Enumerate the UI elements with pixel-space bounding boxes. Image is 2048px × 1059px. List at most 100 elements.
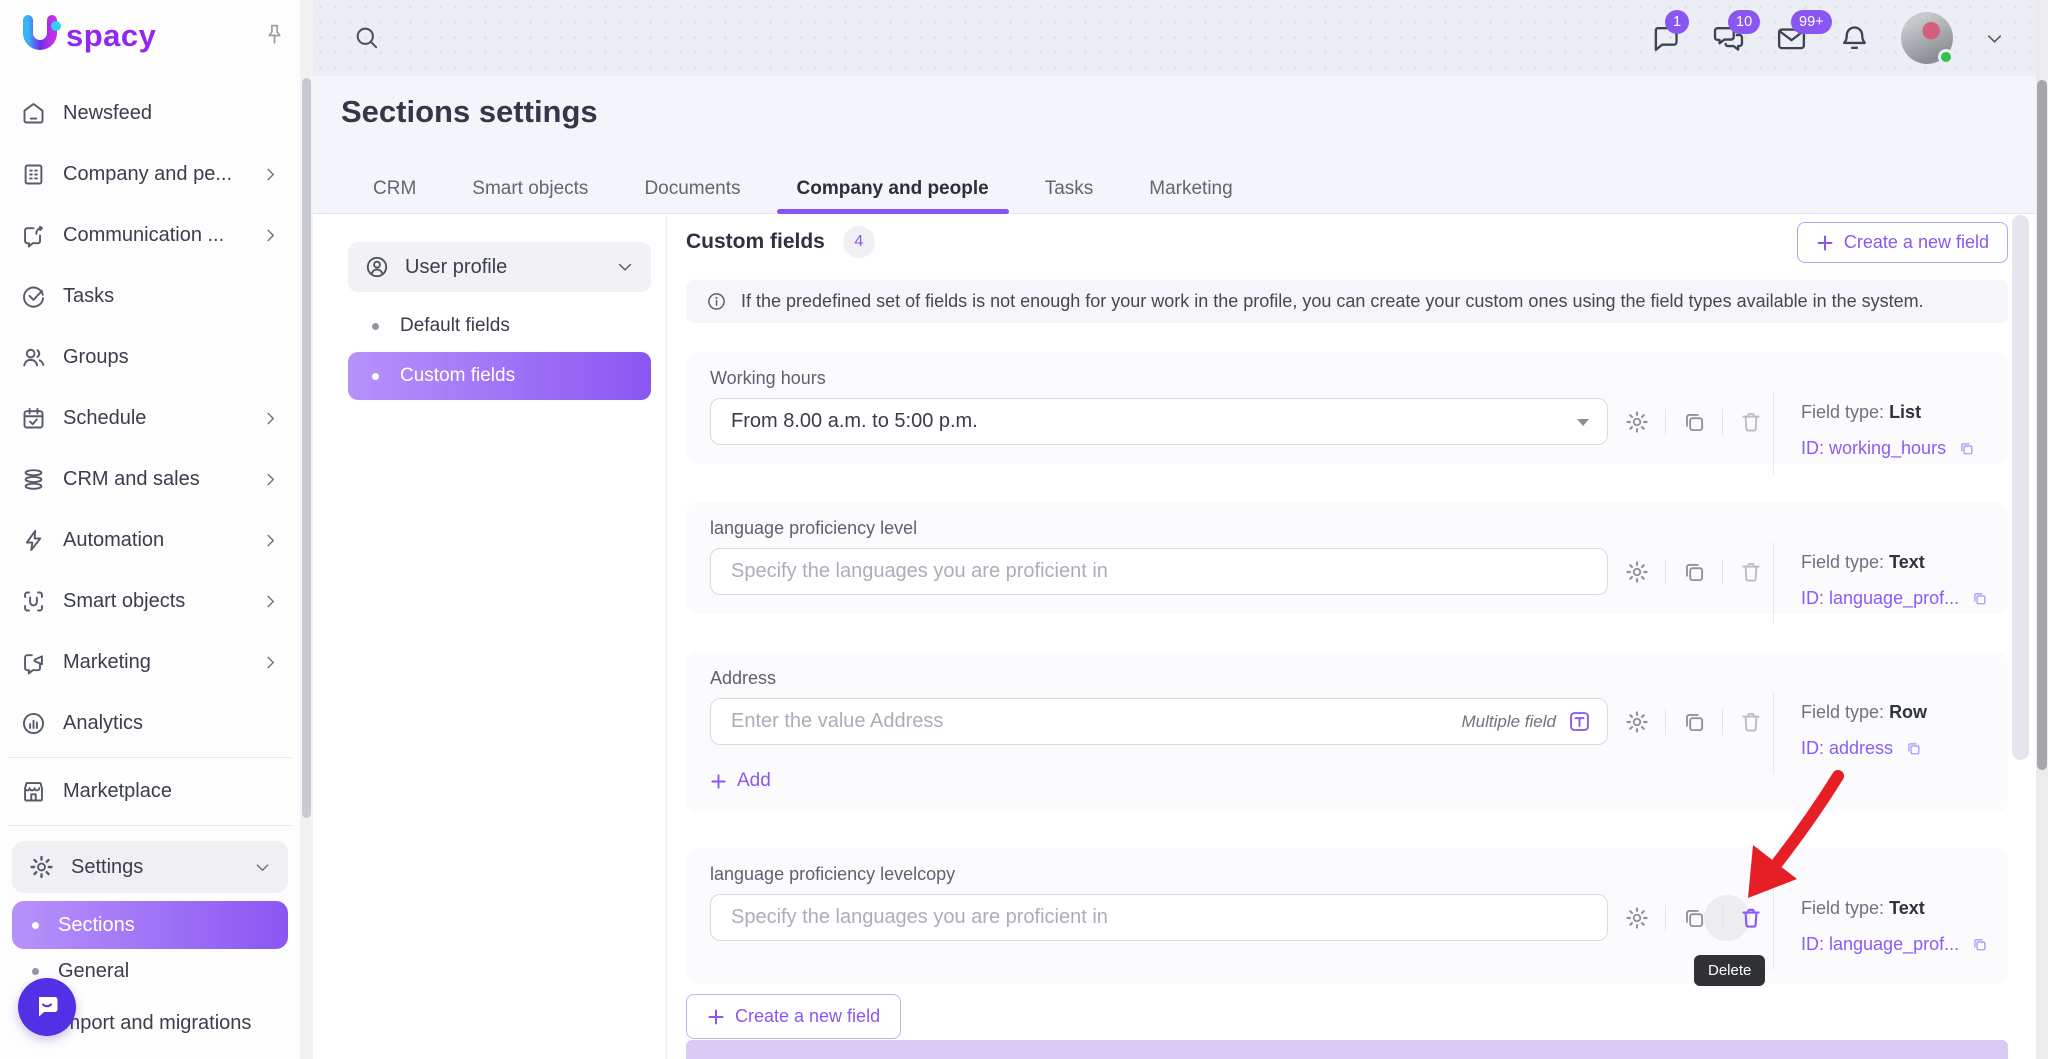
sidebar-item-marketplace[interactable]: Marketplace bbox=[0, 761, 300, 822]
sidebar-item-settings[interactable]: Settings bbox=[12, 841, 288, 893]
select-caret-icon bbox=[1577, 419, 1589, 426]
gear-icon bbox=[28, 854, 55, 880]
field-card-language-proficiency: language proficiency level Specify the l… bbox=[686, 502, 2008, 614]
brand-name: spacy bbox=[66, 18, 156, 54]
bullet-dot bbox=[372, 323, 379, 330]
working-hours-select[interactable]: From 8.00 a.m. to 5:00 p.m. bbox=[710, 398, 1608, 445]
trash-icon[interactable] bbox=[1738, 709, 1764, 735]
sidebar-item-schedule[interactable]: Schedule bbox=[0, 388, 300, 449]
chevron-down-icon[interactable] bbox=[1983, 27, 2006, 50]
divider bbox=[1773, 392, 1774, 474]
gear-icon[interactable] bbox=[1624, 709, 1650, 735]
field-card-language-proficiency-copy: language proficiency levelcopy Specify t… bbox=[686, 848, 2008, 984]
tab-smart-objects[interactable]: Smart objects bbox=[470, 178, 590, 200]
pin-sidebar-icon[interactable] bbox=[262, 22, 287, 47]
create-new-field-button-bottom[interactable]: Create a new field bbox=[686, 994, 901, 1039]
support-chat-button[interactable] bbox=[18, 978, 76, 1036]
smart-objects-icon bbox=[20, 588, 47, 615]
mail-icon[interactable]: 99+ bbox=[1775, 22, 1808, 55]
plus-icon bbox=[710, 773, 727, 790]
language-proficiency-copy-input[interactable]: Specify the languages you are proficient… bbox=[710, 894, 1608, 941]
lightning-icon bbox=[20, 527, 47, 554]
sidebar-item-crm-and-sales[interactable]: CRM and sales bbox=[0, 449, 300, 510]
text-field-icon[interactable] bbox=[1566, 708, 1593, 735]
trash-icon[interactable] bbox=[1738, 409, 1764, 435]
user-profile-group[interactable]: User profile bbox=[348, 242, 651, 292]
tab-documents[interactable]: Documents bbox=[642, 178, 742, 200]
field-id[interactable]: ID: address bbox=[1801, 738, 1922, 759]
sidebar-item-communication[interactable]: Communication ... bbox=[0, 205, 300, 266]
divider bbox=[1665, 905, 1666, 931]
chat-icon[interactable]: 1 bbox=[1649, 22, 1682, 55]
subnav-item-default-fields[interactable]: Default fields bbox=[348, 306, 651, 346]
sidebar-item-automation[interactable]: Automation bbox=[0, 510, 300, 571]
uspacy-logo[interactable]: spacy bbox=[20, 13, 156, 59]
chevron-right-icon bbox=[261, 470, 280, 489]
copy-icon[interactable] bbox=[1681, 709, 1707, 735]
address-input[interactable]: Enter the value Address Multiple field bbox=[710, 698, 1608, 745]
tab-marketing[interactable]: Marketing bbox=[1147, 178, 1234, 200]
copy-icon[interactable] bbox=[1971, 936, 1988, 953]
sidebar-item-newsfeed[interactable]: Newsfeed bbox=[0, 83, 300, 144]
sidebar-scrollbar-thumb[interactable] bbox=[302, 78, 311, 818]
trash-icon[interactable] bbox=[1738, 559, 1764, 585]
trash-icon[interactable] bbox=[1738, 905, 1764, 931]
home-icon bbox=[20, 100, 47, 127]
group-chat-icon[interactable]: 10 bbox=[1712, 22, 1745, 55]
tab-crm[interactable]: CRM bbox=[371, 178, 418, 200]
copy-icon[interactable] bbox=[1681, 905, 1707, 931]
tab-tasks[interactable]: Tasks bbox=[1043, 178, 1096, 200]
field-id[interactable]: ID: working_hours bbox=[1801, 438, 1975, 459]
field-id[interactable]: ID: language_prof... bbox=[1801, 934, 1988, 955]
gear-icon[interactable] bbox=[1624, 559, 1650, 585]
delete-tooltip: Delete bbox=[1694, 955, 1765, 986]
search-icon[interactable] bbox=[352, 23, 381, 52]
sidebar-item-company-and-people[interactable]: Company and pe... bbox=[0, 144, 300, 205]
divider bbox=[1722, 409, 1723, 435]
tab-company-and-people[interactable]: Company and people bbox=[795, 178, 991, 200]
sidebar-item-sections[interactable]: Sections bbox=[12, 901, 288, 949]
copy-icon[interactable] bbox=[1681, 409, 1707, 435]
copy-icon[interactable] bbox=[1905, 740, 1922, 757]
copy-icon[interactable] bbox=[1971, 590, 1988, 607]
plus-icon bbox=[1816, 234, 1834, 252]
field-label: Working hours bbox=[710, 368, 826, 389]
uspacy-logo-icon bbox=[20, 13, 62, 59]
sidebar-scrollbar bbox=[300, 0, 313, 1059]
content-scrollbar-thumb[interactable] bbox=[2012, 215, 2029, 760]
field-actions bbox=[1624, 548, 1764, 595]
chevron-right-icon bbox=[261, 531, 280, 550]
bell-icon[interactable] bbox=[1838, 22, 1871, 55]
avatar[interactable] bbox=[1901, 12, 1953, 64]
megaphone-bubble-icon bbox=[20, 649, 47, 676]
copy-icon[interactable] bbox=[1958, 440, 1975, 457]
gear-icon[interactable] bbox=[1624, 905, 1650, 931]
sidebar-item-smart-objects[interactable]: Smart objects bbox=[0, 571, 300, 632]
chat-share-icon bbox=[20, 222, 47, 249]
divider bbox=[1665, 409, 1666, 435]
sidebar-item-groups[interactable]: Groups bbox=[0, 327, 300, 388]
create-new-field-button[interactable]: Create a new field bbox=[1797, 222, 2008, 263]
chevron-right-icon bbox=[261, 592, 280, 611]
group-chat-badge: 10 bbox=[1728, 10, 1760, 35]
divider bbox=[1722, 905, 1723, 931]
copy-icon[interactable] bbox=[1681, 559, 1707, 585]
field-actions bbox=[1624, 894, 1764, 941]
sidebar-item-marketing[interactable]: Marketing bbox=[0, 632, 300, 693]
language-proficiency-input[interactable]: Specify the languages you are proficient… bbox=[710, 548, 1608, 595]
add-value-button[interactable]: Add bbox=[710, 770, 771, 792]
window-scrollbar bbox=[2036, 0, 2048, 1059]
divider bbox=[1722, 559, 1723, 585]
subnav-item-custom-fields[interactable]: Custom fields bbox=[348, 352, 651, 400]
gear-icon[interactable] bbox=[1624, 409, 1650, 435]
sidebar-divider bbox=[8, 757, 292, 758]
chevron-right-icon bbox=[261, 165, 280, 184]
bullet-dot bbox=[32, 968, 39, 975]
field-id[interactable]: ID: language_prof... bbox=[1801, 588, 1988, 609]
divider bbox=[1773, 542, 1774, 624]
window-scrollbar-thumb[interactable] bbox=[2037, 80, 2047, 770]
bullet-dot bbox=[372, 373, 379, 380]
sidebar-item-analytics[interactable]: Analytics bbox=[0, 693, 300, 754]
mail-badge: 99+ bbox=[1791, 10, 1832, 35]
sidebar-item-tasks[interactable]: Tasks bbox=[0, 266, 300, 327]
